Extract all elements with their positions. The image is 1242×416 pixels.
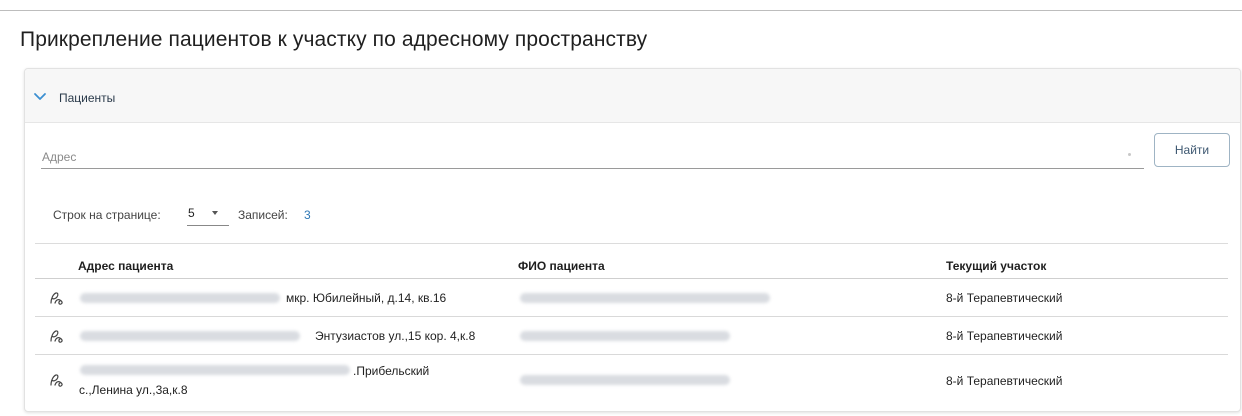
table-row[interactable]: мкр. Юбилейный, д.14, кв.16 8-й Терапевт… — [35, 279, 1228, 317]
address-input[interactable]: Адрес — [42, 150, 76, 164]
table-row[interactable]: Энтузиастов ул.,15 кор. 4,к.8 8-й Терапе… — [35, 317, 1228, 355]
address-text: .Прибельский — [353, 364, 430, 378]
column-header-address[interactable]: Адрес пациента — [78, 259, 173, 273]
person-link-icon[interactable] — [48, 328, 66, 344]
rows-per-page-label: Строк на странице: — [53, 208, 161, 222]
address-text-line2: с.,Ленина ул.,3а,к.8 — [79, 383, 188, 397]
person-link-icon[interactable] — [48, 290, 66, 306]
fio-redacted — [520, 375, 730, 385]
address-input-dot — [1128, 153, 1131, 156]
address-redacted — [80, 365, 350, 375]
chevron-down-icon — [34, 93, 46, 100]
page-title: Прикрепление пациентов к участку по адре… — [20, 28, 648, 51]
area-text: 8-й Терапевтический — [946, 374, 1063, 388]
area-text: 8-й Терапевтический — [946, 291, 1063, 305]
fio-redacted — [520, 331, 730, 341]
records-label: Записей: — [238, 208, 288, 222]
column-header-fio[interactable]: ФИО пациента — [518, 259, 605, 273]
address-input-underline — [41, 168, 1144, 169]
area-text: 8-й Терапевтический — [946, 329, 1063, 343]
address-redacted — [80, 293, 280, 303]
rows-select-underline — [187, 225, 229, 226]
person-link-icon[interactable] — [48, 372, 66, 388]
address-text: Энтузиастов ул.,15 кор. 4,к.8 — [315, 329, 476, 343]
address-redacted — [80, 331, 300, 341]
panel-header-label: Пациенты — [59, 91, 116, 105]
table-top-divider — [35, 243, 1228, 244]
top-divider — [0, 10, 1242, 11]
panel-header[interactable]: Пациенты — [25, 69, 1240, 123]
records-count: 3 — [304, 208, 311, 222]
fio-redacted — [520, 293, 770, 303]
column-header-area[interactable]: Текущий участок — [946, 259, 1046, 273]
address-text: мкр. Юбилейный, д.14, кв.16 — [286, 291, 447, 305]
table-row[interactable]: .Прибельский с.,Ленина ул.,3а,к.8 8-й Те… — [35, 355, 1228, 404]
dropdown-arrow-icon — [212, 211, 218, 215]
rows-per-page-value: 5 — [188, 206, 195, 220]
rows-per-page-select[interactable]: 5 — [187, 204, 229, 226]
find-button[interactable]: Найти — [1154, 133, 1230, 167]
